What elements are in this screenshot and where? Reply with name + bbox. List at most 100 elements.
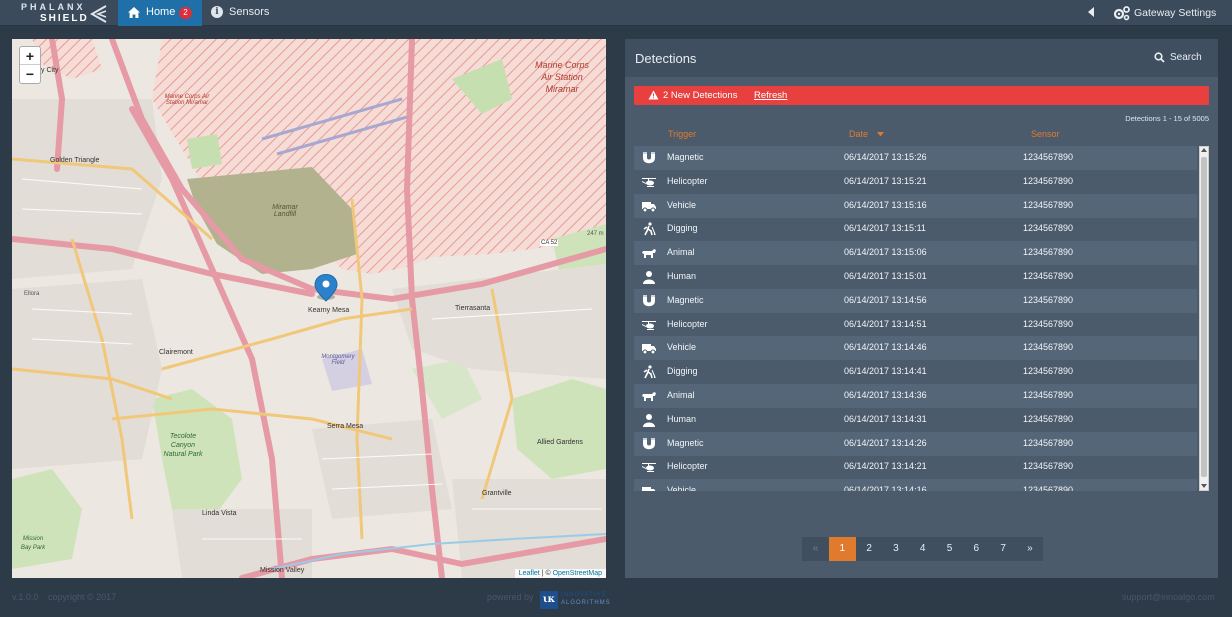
date-cell: 06/14/2017 13:15:26: [844, 152, 927, 162]
date-cell: 06/14/2017 13:14:56: [844, 294, 927, 305]
trigger-cell: Digging: [667, 223, 698, 234]
map-label: Marine Corps Air Station Miramar: [164, 94, 210, 106]
map-label: Linda Vista: [202, 510, 237, 517]
zoom-in-button[interactable]: +: [20, 47, 40, 65]
map-attribution: Leaflet | © OpenStreetMap: [514, 569, 606, 578]
trigger-cell: Helicopter: [667, 461, 708, 472]
trigger-cell: Helicopter: [667, 175, 708, 186]
refresh-link[interactable]: Refresh: [754, 90, 787, 101]
sensor-cell: 1234567890: [1023, 342, 1074, 353]
trigger-cell: Magnetic: [667, 437, 704, 448]
powered-by-text: powered by: [487, 592, 534, 602]
copyright-text: copyright © 2017: [48, 592, 117, 602]
detections-table: Vehicle 06/14/2017 13:14:16 1234567890 Heli…: [634, 146, 1209, 491]
zoom-out-button[interactable]: −: [20, 65, 40, 83]
gears-icon: [1113, 6, 1130, 21]
gateway-settings-button[interactable]: Gateway Settings: [1113, 0, 1225, 26]
truck-icon: [642, 201, 656, 213]
scroll-up-icon[interactable]: [1201, 148, 1207, 152]
page-5-button[interactable]: 5: [936, 537, 963, 561]
column-header-date[interactable]: Date: [849, 129, 884, 139]
sensor-cell: 1234567890: [1023, 366, 1074, 377]
page-6-button[interactable]: 6: [962, 537, 990, 561]
table-row[interactable]: Digging 06/14/2017 13:14:41 1234567890: [634, 360, 1197, 384]
table-row[interactable]: Helicopter 06/14/2017 13:14:21 1234567890: [634, 455, 1197, 479]
table-row[interactable]: Magnetic 06/14/2017 13:14:26 1234567890: [634, 431, 1197, 456]
date-cell: 06/14/2017 13:15:06: [844, 247, 927, 258]
trigger-cell: Magnetic: [667, 294, 704, 305]
nav-sensors-label: Sensors: [229, 6, 270, 18]
map-view[interactable]: sity City Golden Triangle Marine Corps A…: [12, 39, 606, 578]
prev-page-button[interactable]: «: [802, 537, 829, 561]
page-3-button[interactable]: 3: [882, 537, 910, 561]
search-icon: [1154, 52, 1165, 63]
detections-title: Detections: [635, 51, 697, 66]
new-detections-alert: 2 New Detections Refresh: [634, 86, 1209, 105]
nav-home-tab[interactable]: Home 2: [118, 0, 202, 26]
map-label: Mission Valley: [260, 567, 305, 574]
column-header-trigger[interactable]: Trigger: [668, 129, 696, 139]
trigger-cell: Helicopter: [667, 318, 708, 329]
table-row[interactable]: Human 06/14/2017 13:14:31 1234567890: [634, 408, 1197, 432]
page-1-button[interactable]: 1: [828, 537, 856, 561]
helicopter-icon: [642, 463, 656, 473]
support-email[interactable]: support@innoalgo.com: [1122, 592, 1215, 602]
map-marker-icon[interactable]: [314, 274, 338, 302]
page-7-button[interactable]: 7: [989, 537, 1017, 561]
sensor-cell: 1234567890: [1023, 199, 1074, 210]
helicopter-icon: [642, 177, 656, 187]
brand-line1: INNOVATIVE: [561, 592, 607, 598]
date-cell: 06/14/2017 13:14:46: [844, 342, 927, 353]
table-row[interactable]: Digging 06/14/2017 13:15:11 1234567890: [634, 217, 1197, 241]
nav-sensors-tab[interactable]: i Sensors: [210, 0, 280, 26]
page-4-button[interactable]: 4: [909, 537, 937, 561]
animal-icon: [642, 249, 656, 259]
table-row[interactable]: Vehicle 06/14/2017 13:14:16 1234567890: [634, 479, 1197, 491]
table-row[interactable]: Vehicle 06/14/2017 13:15:16 1234567890: [634, 193, 1197, 218]
alert-text: 2 New Detections: [663, 90, 738, 101]
digging-icon: [643, 222, 656, 236]
search-button[interactable]: Search: [1154, 51, 1214, 65]
scrollbar-thumb[interactable]: [1201, 157, 1207, 477]
phalanx-shield-logo[interactable]: PHALANX SHIELD: [18, 1, 110, 25]
leaflet-link[interactable]: Leaflet: [519, 570, 540, 577]
human-icon: [643, 413, 655, 427]
date-cell: 06/14/2017 13:14:41: [844, 366, 927, 377]
osm-link[interactable]: OpenStreetMap: [553, 570, 602, 577]
table-row[interactable]: Magnetic 06/14/2017 13:15:26 1234567890: [634, 146, 1197, 170]
date-cell: 06/14/2017 13:15:01: [844, 271, 927, 281]
table-row[interactable]: Human 06/14/2017 13:15:01 1234567890: [634, 265, 1197, 289]
map-label: Clairemont: [159, 349, 193, 356]
map-label: Marine Corps Air Station Miramar: [534, 60, 590, 94]
map-label: Allied Gardens: [537, 439, 583, 446]
trigger-cell: Digging: [667, 366, 698, 377]
innovative-algorithms-logo[interactable]: ικ INNOVATIVE ALGORITHMS: [540, 591, 610, 609]
page-2-button[interactable]: 2: [855, 537, 883, 561]
table-row[interactable]: Helicopter 06/14/2017 13:14:51 1234567890: [634, 313, 1197, 337]
helicopter-icon: [642, 320, 656, 330]
trigger-cell: Animal: [667, 247, 695, 258]
top-navbar: PHALANX SHIELD Home 2 i Sensors Gateway …: [0, 0, 1232, 26]
column-header-sensor[interactable]: Sensor: [1031, 129, 1060, 139]
version-text: v.1.0.0: [12, 592, 39, 602]
scroll-down-icon[interactable]: [1201, 484, 1207, 488]
next-page-button[interactable]: »: [1016, 537, 1044, 561]
table-scrollbar[interactable]: [1199, 146, 1209, 491]
caret-left-icon[interactable]: [1087, 7, 1095, 17]
trigger-cell: Vehicle: [667, 199, 697, 210]
sort-desc-icon: [876, 132, 884, 137]
detections-count: Detections 1 - 15 of 5005: [1125, 114, 1209, 123]
truck-icon: [642, 344, 656, 355]
logo-line1: PHALANX: [21, 2, 86, 12]
table-row[interactable]: Helicopter 06/14/2017 13:15:21 1234567890: [634, 170, 1197, 194]
table-row[interactable]: Animal 06/14/2017 13:15:06 1234567890: [634, 241, 1197, 266]
search-label: Search: [1170, 52, 1202, 63]
notification-badge: 2: [179, 7, 192, 19]
sensor-cell: 1234567890: [1023, 152, 1074, 162]
table-row[interactable]: Magnetic 06/14/2017 13:14:56 1234567890: [634, 288, 1197, 313]
table-row[interactable]: Vehicle 06/14/2017 13:14:46 1234567890: [634, 336, 1197, 361]
trigger-cell: Vehicle: [667, 485, 697, 491]
table-row[interactable]: Animal 06/14/2017 13:14:36 1234567890: [634, 384, 1197, 408]
map-label: Serra Mesa: [327, 423, 364, 430]
logo-arrow-icon: [89, 5, 107, 23]
